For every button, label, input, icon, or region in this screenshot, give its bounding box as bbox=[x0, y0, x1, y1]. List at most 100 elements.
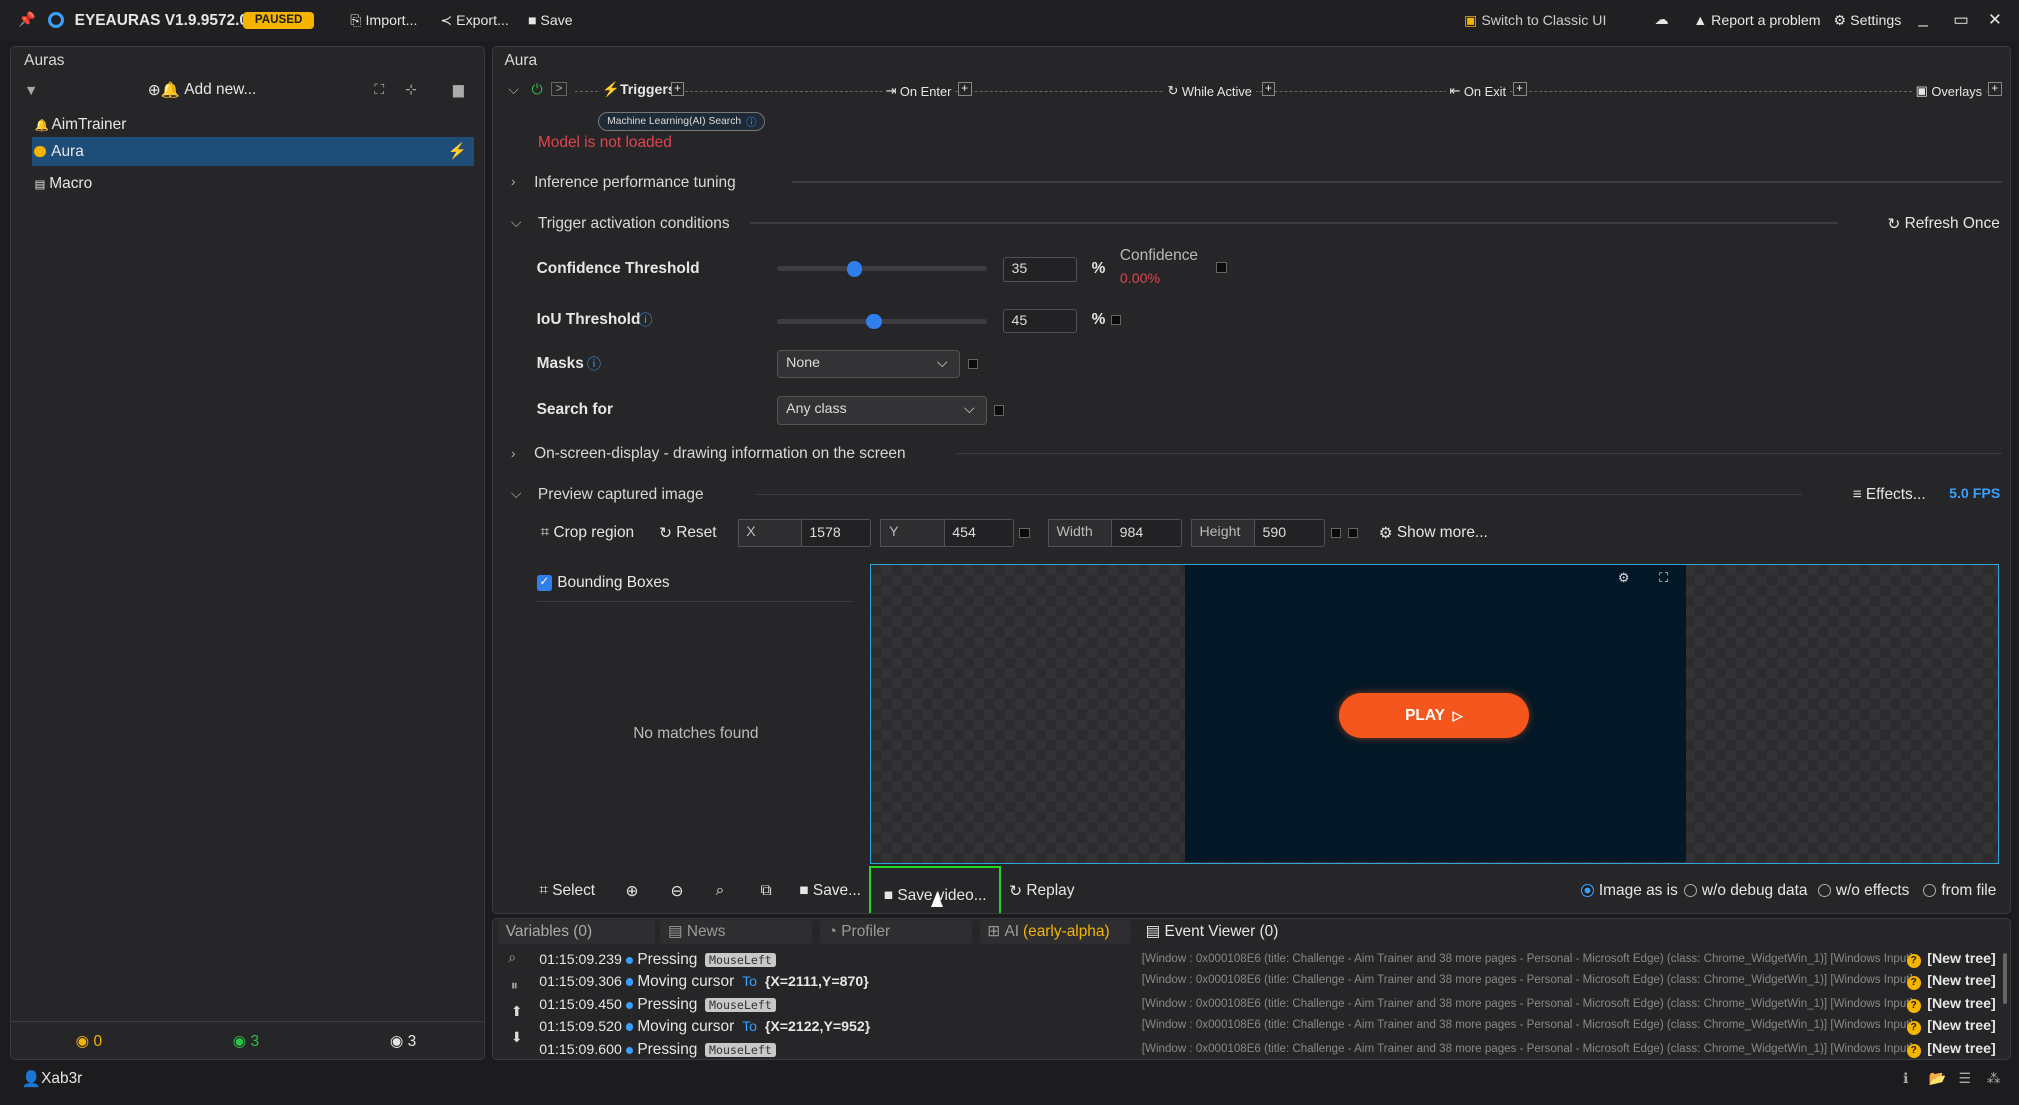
active-count[interactable]: ◉ 3 bbox=[233, 1032, 259, 1051]
triggers-stage[interactable]: ⚡ Triggers bbox=[598, 82, 680, 99]
list-icon[interactable]: ☰ bbox=[1958, 1071, 1971, 1087]
search-icon[interactable]: ⌕ bbox=[508, 950, 516, 966]
trash-icon[interactable]: ▆ bbox=[453, 82, 464, 98]
zoom-in-icon[interactable]: ⊕ bbox=[625, 882, 638, 901]
tab-variables[interactable]: Variables (0) bbox=[498, 920, 656, 944]
log-row[interactable]: 01:15:09.520 Moving cursor To {X=2122,Y=9… bbox=[539, 1018, 2002, 1040]
section-osd[interactable]: On-screen-display - drawing information … bbox=[534, 445, 906, 463]
section-activation[interactable]: Trigger activation conditions bbox=[538, 215, 730, 233]
iou-checkbox[interactable] bbox=[1110, 315, 1122, 326]
log-row[interactable]: 01:15:09.600 Pressing MouseLeft [Window :… bbox=[539, 1041, 2002, 1059]
add-trigger-button[interactable]: + bbox=[670, 82, 685, 97]
import-button[interactable]: ⎘ Import... bbox=[350, 13, 417, 29]
chevron-right-icon[interactable]: › bbox=[511, 174, 516, 190]
section-preview[interactable]: Preview captured image bbox=[538, 486, 704, 504]
radio-from-file[interactable]: from file bbox=[1923, 882, 1996, 900]
x-input[interactable] bbox=[800, 518, 872, 547]
user-label[interactable]: 👤 Xab3r bbox=[22, 1070, 82, 1089]
refresh-once-button[interactable]: ↻ Refresh Once bbox=[1887, 215, 1999, 234]
size-checkbox-2[interactable] bbox=[1347, 527, 1359, 538]
question-icon[interactable]: ? bbox=[1906, 953, 1921, 968]
log-scrollbar[interactable] bbox=[2003, 952, 2008, 1005]
height-input[interactable] bbox=[1253, 518, 1325, 547]
folder-icon[interactable]: 📂 bbox=[1929, 1071, 1947, 1087]
preview-canvas[interactable]: PLAY ▷ ⚙ ⛶ bbox=[870, 563, 2000, 864]
select-button[interactable]: ⌗ Select bbox=[539, 882, 595, 900]
settings-button[interactable]: ⚙ Settings bbox=[1834, 13, 1902, 29]
y-input[interactable] bbox=[943, 518, 1015, 547]
step-icon[interactable]: > bbox=[550, 82, 568, 97]
chevron-down-icon[interactable]: ⌵ bbox=[508, 82, 519, 98]
info-icon[interactable]: ⓘ bbox=[638, 310, 652, 330]
copy-icon[interactable]: ⧉ bbox=[761, 882, 772, 900]
power-icon[interactable]: ⏻ bbox=[531, 82, 542, 98]
radio-without-effects[interactable]: w/o effects bbox=[1817, 882, 1909, 900]
width-input[interactable] bbox=[1110, 518, 1182, 547]
masks-checkbox[interactable] bbox=[967, 358, 979, 370]
close-icon[interactable]: ✕ bbox=[1988, 9, 2002, 30]
add-overlay-button[interactable]: + bbox=[1987, 82, 2002, 97]
confidence-input[interactable] bbox=[1002, 257, 1078, 282]
pause-icon[interactable]: ⏸ bbox=[511, 978, 518, 994]
zoom-reset-icon[interactable]: ⌕ bbox=[716, 882, 725, 900]
tab-event-viewer[interactable]: ▤ Event Viewer (0) bbox=[1138, 920, 1318, 943]
tab-news[interactable]: ▤ News bbox=[660, 920, 813, 944]
add-on-enter-button[interactable]: + bbox=[957, 82, 972, 97]
tab-profiler[interactable]: ◔ Profiler bbox=[819, 920, 972, 944]
crop-region-button[interactable]: ⌗ Crop region bbox=[541, 524, 635, 542]
iou-slider-knob[interactable] bbox=[866, 313, 882, 330]
info-icon[interactable]: ⓘ bbox=[587, 354, 601, 374]
add-on-exit-button[interactable]: + bbox=[1512, 82, 1527, 97]
confidence-slider[interactable] bbox=[777, 261, 988, 277]
hidden-count[interactable]: ◉ 0 bbox=[76, 1032, 102, 1051]
iou-slider[interactable] bbox=[777, 313, 988, 330]
preview-settings-icon[interactable]: ⚙ bbox=[1618, 570, 1630, 586]
trigger-chip[interactable]: Machine Learning(AI) Search ⓘ bbox=[598, 111, 766, 132]
replay-button[interactable]: ↻ Replay bbox=[1009, 882, 1074, 901]
on-enter-stage[interactable]: ⇥ On Enter bbox=[881, 83, 956, 100]
add-new-button[interactable]: ⊕ 🔔 Add new... bbox=[148, 81, 257, 100]
size-checkbox[interactable] bbox=[1331, 527, 1342, 538]
collapse-all-icon[interactable]: ⊹ bbox=[405, 82, 417, 98]
expand-all-icon[interactable]: ⛶ bbox=[374, 82, 384, 98]
tree-item-aimtrainer[interactable]: 🔔 AimTrainer bbox=[32, 112, 474, 138]
paused-badge[interactable]: PAUSED bbox=[243, 11, 314, 29]
filter-icon[interactable]: ▼ bbox=[24, 83, 38, 99]
tree-item-aura[interactable]: Aura ⚡ bbox=[31, 137, 474, 166]
iou-input[interactable] bbox=[1002, 308, 1078, 334]
effects-button[interactable]: ≡ Effects... bbox=[1853, 486, 1926, 504]
question-icon[interactable]: ? bbox=[1906, 1020, 1921, 1035]
log-row[interactable]: 01:15:09.306 Moving cursor To {X=2111,Y=8… bbox=[539, 973, 2002, 995]
log-row[interactable]: 01:15:09.450 Pressing MouseLeft [Window :… bbox=[539, 996, 2002, 1018]
report-problem-button[interactable]: ▲ Report a problem bbox=[1693, 13, 1820, 29]
add-while-active-button[interactable]: + bbox=[1261, 82, 1276, 97]
export-button[interactable]: ≺ Export... bbox=[440, 13, 509, 29]
info-icon[interactable]: ℹ bbox=[1903, 1071, 1908, 1087]
xy-checkbox[interactable] bbox=[1019, 527, 1030, 538]
question-icon[interactable]: ? bbox=[1906, 998, 1921, 1014]
overlays-stage[interactable]: ▣ Overlays bbox=[1911, 83, 1986, 100]
chevron-down-icon[interactable]: ⌵ bbox=[511, 486, 522, 502]
question-icon[interactable]: ? bbox=[1906, 1043, 1921, 1059]
tab-ai[interactable]: ⊞ AI (early-alpha) bbox=[979, 920, 1132, 944]
chevron-down-icon[interactable]: ⌵ bbox=[511, 215, 522, 231]
minimize-icon[interactable]: _ bbox=[1919, 8, 1928, 28]
reset-button[interactable]: ↻ Reset bbox=[659, 524, 717, 543]
save-button[interactable]: ■ Save bbox=[528, 13, 573, 29]
fullscreen-icon[interactable]: ⛶ bbox=[1659, 570, 1668, 586]
total-count[interactable]: ◉ 3 bbox=[390, 1032, 416, 1051]
search-for-checkbox[interactable] bbox=[993, 405, 1005, 416]
search-for-dropdown[interactable]: Any class ⌵ bbox=[777, 396, 988, 425]
radio-without-debug[interactable]: w/o debug data bbox=[1683, 882, 1807, 900]
arrow-up-icon[interactable]: ⬆ bbox=[511, 1004, 523, 1020]
pin-icon[interactable]: 📌 bbox=[18, 12, 36, 28]
on-exit-stage[interactable]: ⇤ On Exit bbox=[1445, 83, 1510, 100]
question-icon[interactable]: ? bbox=[1906, 975, 1921, 990]
switch-classic-button[interactable]: ▣ Switch to Classic UI bbox=[1464, 13, 1606, 29]
while-active-stage[interactable]: ↻ While Active bbox=[1163, 83, 1256, 100]
section-inference[interactable]: Inference performance tuning bbox=[534, 174, 736, 192]
confidence-checkbox[interactable] bbox=[1216, 262, 1227, 273]
cloud-icon[interactable]: ☁ bbox=[1655, 12, 1669, 28]
log-row[interactable]: 01:15:09.239 Pressing MouseLeft [Window :… bbox=[539, 951, 2002, 973]
chevron-right-icon[interactable]: › bbox=[511, 446, 516, 462]
